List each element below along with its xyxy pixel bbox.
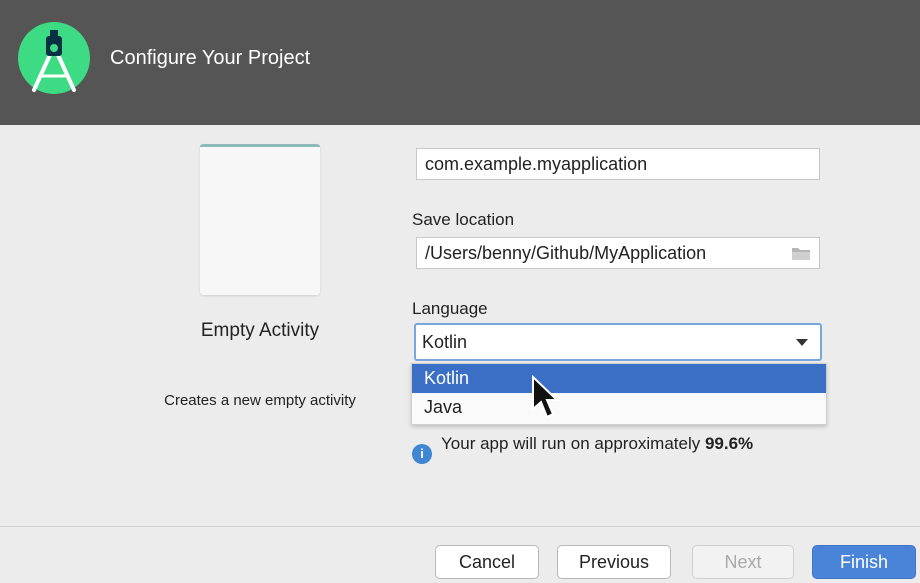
api-coverage-percentage: 99.6% [704,434,754,453]
dialog-title: Configure Your Project [110,47,311,69]
save-location-field[interactable]: /Users/benny/Github/MyApplication [416,237,820,269]
chevron-down-icon[interactable] [796,339,808,346]
save-location-value: /Users/benny/Github/MyApplication [425,243,707,263]
language-label: Language [412,299,488,318]
finish-button[interactable]: Finish [812,545,916,579]
template-description: Creates a new empty activity [164,392,356,409]
dialog-header: Configure Your Project [0,0,920,125]
language-option-kotlin[interactable]: Kotlin [412,364,826,393]
template-name: Empty Activity [200,320,320,341]
next-button[interactable]: Next [692,545,794,579]
language-option-java[interactable]: Java [412,393,826,422]
mouse-cursor-icon [532,375,560,419]
info-icon: i [412,444,432,464]
api-coverage-text: Your app will run on approximately 99.6% [441,434,753,454]
footer-divider [0,526,920,527]
save-location-label: Save location [412,210,515,229]
api-coverage-prefix: Your app will run on approximately [441,434,705,453]
language-dropdown-list: Kotlin Java [411,363,827,425]
folder-icon[interactable] [791,245,811,261]
language-select[interactable]: Kotlin [414,323,822,361]
previous-button[interactable]: Previous [557,545,671,579]
android-studio-logo-icon [18,22,90,94]
cancel-button[interactable]: Cancel [435,545,539,579]
language-selected-value: Kotlin [422,332,468,352]
package-name-field[interactable]: com.example.myapplication [416,148,820,180]
template-preview [200,144,320,295]
